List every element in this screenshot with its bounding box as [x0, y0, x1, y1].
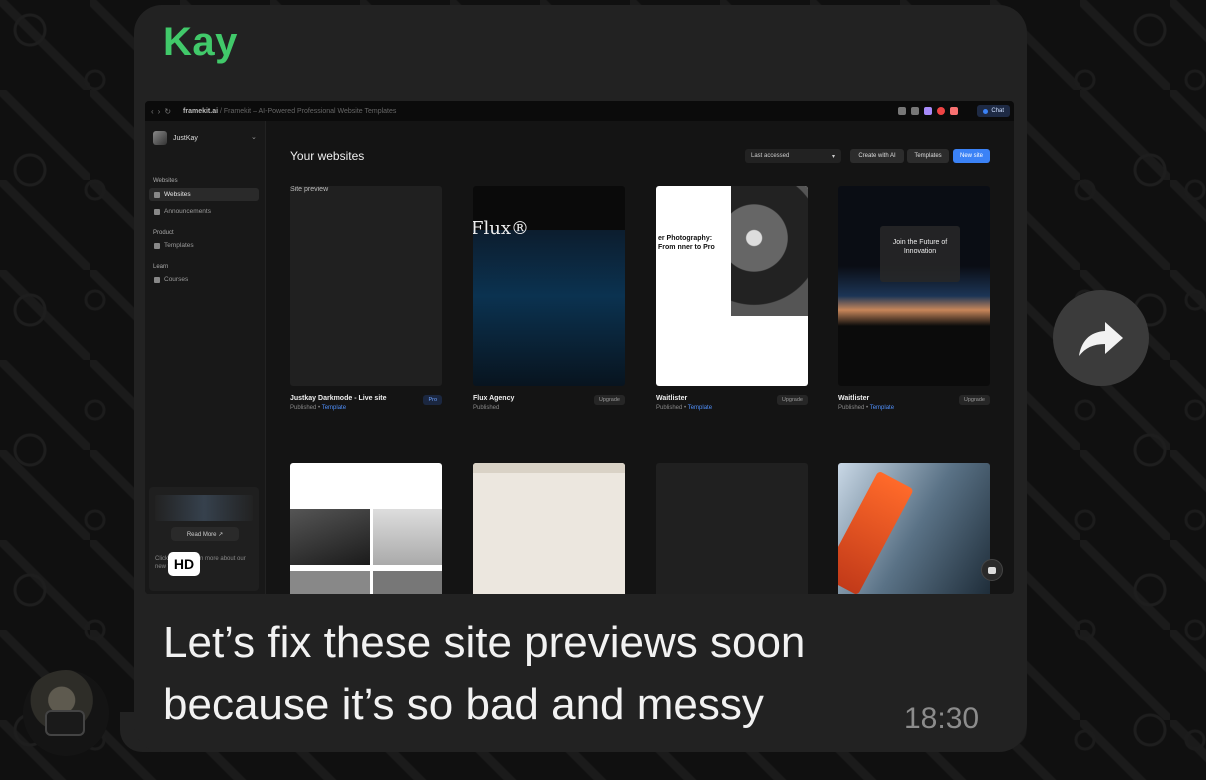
thumbnail-photo	[290, 509, 370, 565]
browser-nav-icons: ‹›↻	[151, 106, 176, 116]
forward-arrow-icon	[1079, 322, 1123, 356]
sidebar-section-title: Product	[153, 230, 174, 236]
sidebar-item-announcements: Announcements	[149, 205, 259, 218]
screenshot-image[interactable]: ‹›↻ framekit.ai / Framekit – AI-Powered …	[145, 101, 1014, 594]
site-card-meta: Waitlister Published • Template Upgrade	[838, 395, 990, 411]
thumbnail-photo	[373, 571, 442, 594]
workspace-switcher: JustKay ⌄	[153, 131, 257, 145]
chevron-down-icon: ⌄	[251, 134, 257, 141]
site-card-thumbnail	[473, 463, 625, 594]
upgrade-badge: Upgrade	[776, 395, 808, 405]
sender-avatar[interactable]	[23, 670, 109, 756]
sidebar-item-label: Templates	[164, 242, 194, 249]
broken-image-alt: Site preview	[290, 186, 329, 193]
thumbnail-headline: er Photography: From nner to Pro	[658, 235, 715, 251]
flux-logo-text: Flux®	[473, 218, 529, 239]
site-card-meta: Flux Agency Published Upgrade	[473, 395, 625, 411]
sort-dropdown: Last accessed ▾	[745, 149, 841, 163]
sidebar-section-title: Learn	[153, 264, 169, 270]
site-status: Published • Template	[838, 405, 990, 411]
hd-badge: HD	[168, 552, 200, 576]
message-line: Let’s fix these site previews soon	[163, 618, 806, 667]
read-more-button: Read More ↗	[171, 527, 239, 541]
site-status-text: Published •	[656, 405, 688, 411]
ext-icon	[937, 107, 945, 115]
sidebar-item-courses: Courses	[149, 273, 259, 286]
ext-icon	[950, 107, 958, 115]
app-sidebar: JustKay ⌄ Websites Websites Announcement…	[145, 121, 266, 594]
sidebar-item-label: Announcements	[164, 208, 211, 215]
site-card-thumbnail: Site preview	[290, 186, 442, 386]
promo-card: Read More ↗ Click here to learn more abo…	[149, 487, 259, 591]
browser-url: framekit.ai / Framekit – AI-Powered Prof…	[183, 108, 396, 115]
chat-dot-icon	[983, 108, 989, 114]
websites-icon	[154, 191, 160, 198]
message-time: 18:30	[904, 702, 980, 735]
chat-bubble-icon	[988, 566, 996, 574]
url-domain: framekit.ai	[183, 107, 219, 115]
template-link: Template	[869, 405, 895, 411]
chat-pill: Chat	[977, 105, 1010, 117]
site-card-thumbnail: Join the Future of Innovation	[838, 186, 990, 386]
site-card-thumbnail	[838, 463, 990, 594]
user-avatar	[153, 131, 167, 145]
site-card-meta: Waitlister Published • Template Upgrade	[656, 395, 808, 411]
create-with-ai-button: Create with AI	[850, 149, 904, 163]
upgrade-badge: Upgrade	[958, 395, 990, 405]
site-status: Published • Template	[656, 405, 808, 411]
forward-button[interactable]	[1053, 290, 1149, 386]
sidebar-item-label: Courses	[164, 276, 189, 283]
sidebar-item-templates: Templates	[149, 239, 259, 252]
site-status-text: Published •	[290, 405, 322, 411]
site-status: Published • Template	[290, 405, 442, 411]
url-title: / Framekit – AI-Powered Professional Web…	[218, 107, 397, 115]
site-status-text: Published •	[838, 405, 870, 411]
site-name: Justkay Darkmode - Live site	[290, 395, 387, 402]
extension-icons	[898, 107, 958, 115]
thumbnail-photo	[290, 571, 370, 594]
promo-thumbnail	[155, 495, 253, 521]
browser-bar: ‹›↻ framekit.ai / Framekit – AI-Powered …	[145, 101, 1014, 121]
templates-icon	[154, 242, 160, 249]
sort-label: Last accessed	[751, 153, 790, 159]
user-name: JustKay	[173, 134, 198, 142]
chat-pill-label: Chat	[991, 108, 1004, 114]
chevron-down-icon: ▾	[831, 153, 835, 160]
message-text: Let’s fix these site previews soon becau…	[163, 612, 923, 736]
megaphone-icon	[154, 208, 160, 215]
site-status-text: Published	[473, 405, 500, 411]
page-title: Your websites	[290, 149, 365, 163]
chat-widget-icon	[981, 559, 1003, 581]
ext-icon	[898, 107, 906, 115]
thumbnail-photo	[373, 509, 442, 565]
templates-button: Templates	[907, 149, 949, 163]
sidebar-item-websites: Websites	[149, 188, 259, 201]
sidebar-item-label: Websites	[164, 191, 191, 198]
site-card-thumbnail: Flux®	[473, 186, 625, 386]
template-link: Template	[687, 405, 713, 411]
upgrade-badge: Upgrade	[593, 395, 625, 405]
ext-icon	[911, 107, 919, 115]
new-site-button: New site	[953, 149, 990, 163]
hero-box: Join the Future of Innovation	[880, 226, 960, 282]
site-card-meta: Justkay Darkmode - Live site Published •…	[290, 395, 442, 411]
thumbnail-navbar	[473, 463, 625, 473]
site-card-thumbnail	[290, 463, 442, 594]
message-line: because it’s so bad and messy	[163, 680, 764, 729]
ext-icon	[924, 107, 932, 115]
site-card-thumbnail: er Photography: From nner to Pro	[656, 186, 808, 386]
site-status: Published	[473, 405, 625, 411]
thumbnail-headline: Join the Future of Innovation	[892, 239, 948, 255]
wave-photo	[731, 186, 808, 316]
pro-badge: Pro	[423, 395, 442, 405]
sidebar-section-title: Websites	[153, 178, 178, 184]
site-card-thumbnail	[656, 463, 808, 594]
thumbnail-photo	[838, 470, 914, 594]
template-link: Template	[321, 405, 347, 411]
courses-icon	[154, 276, 160, 283]
sender-name[interactable]: Kay	[163, 20, 238, 65]
